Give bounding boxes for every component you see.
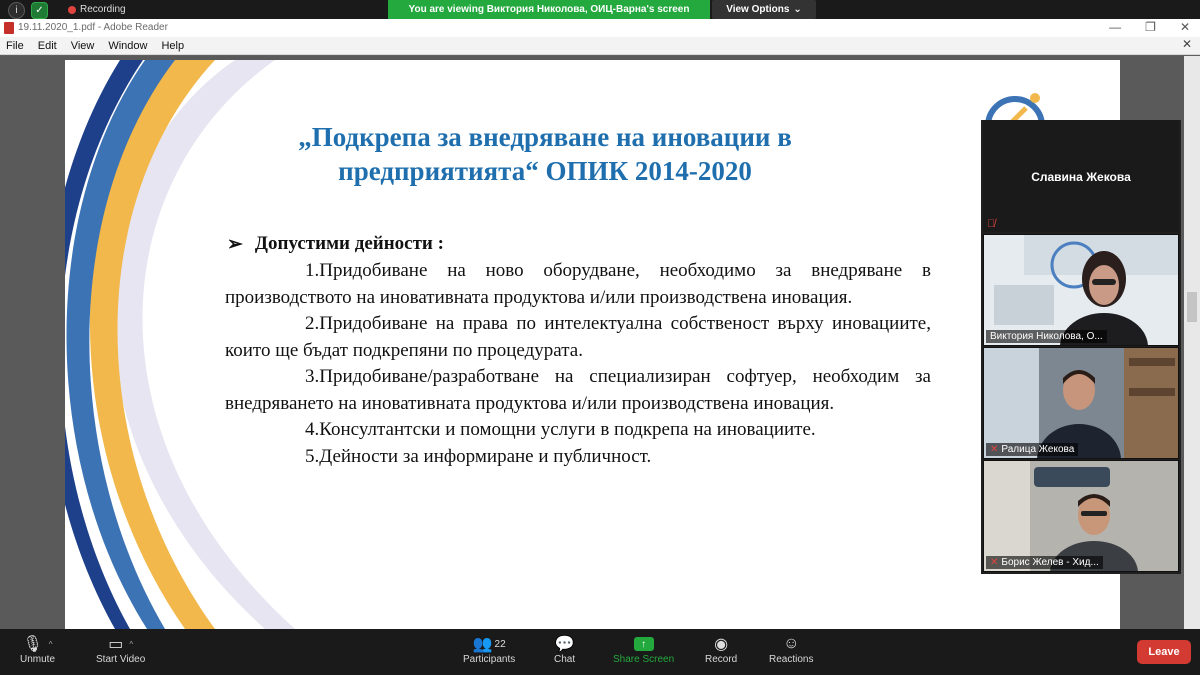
window-title: 19.11.2020_1.pdf - Adobe Reader: [18, 22, 168, 33]
video-tile-viktoria[interactable]: Виктория Николова, О...: [983, 234, 1179, 346]
participant-video-panel: Славина Жекова 🎙̸ Виктория Николова, О..…: [981, 120, 1181, 574]
arrow-bullet-icon: ➢: [227, 234, 243, 255]
slide-title-line-1: „Подкрепа за внедряване на иновации в: [298, 122, 792, 152]
participant-name: Борис Желев - Хид...: [1001, 557, 1099, 568]
menu-file[interactable]: File: [6, 40, 24, 52]
participants-button[interactable]: 👥 22 Participants: [463, 634, 515, 665]
participant-label: ✕ Борис Желев - Хид...: [986, 556, 1103, 569]
record-label: Record: [705, 654, 738, 665]
menu-window[interactable]: Window: [108, 40, 147, 52]
scrollbar-thumb[interactable]: [1187, 292, 1197, 322]
menu-bar: File Edit View Window Help: [0, 37, 1200, 55]
recording-label: Recording: [80, 4, 126, 15]
list-item: 4.Консултантски и помощни услуги в подкр…: [305, 419, 816, 440]
view-options-button[interactable]: View Options ⌄: [712, 0, 816, 19]
shield-icon[interactable]: ✓: [31, 2, 48, 19]
section-heading-text: Допустими дейности :: [254, 233, 444, 254]
share-screen-button[interactable]: ↑ Share Screen: [613, 634, 674, 665]
minimize-icon[interactable]: —: [1109, 20, 1121, 34]
participants-label: Participants: [463, 654, 516, 665]
menu-view[interactable]: View: [71, 40, 95, 52]
chevron-down-icon: ⌄: [793, 4, 802, 15]
start-video-label: Start Video: [96, 654, 146, 665]
window-controls: — ❐ ✕: [1109, 20, 1190, 34]
activities-list: 1.Придобиване на ново оборудване, необхо…: [225, 258, 931, 470]
list-item: 1.Придобиване на ново оборудване, необхо…: [225, 260, 931, 308]
leave-button[interactable]: Leave: [1137, 640, 1191, 664]
slide-title: „Подкрепа за внедряване на иновации в пр…: [225, 120, 865, 188]
meeting-toolbar: 🎙 ^ Unmute ▭ ^ Start Video 👥 22 Participant…: [0, 629, 1200, 675]
emoji-icon: ☺: [783, 635, 800, 652]
reactions-button[interactable]: ☺ Reactions: [769, 634, 813, 665]
mic-muted-icon: 🎙: [22, 636, 43, 653]
zoom-meeting-window: i ✓ Recording You are viewing Виктория Н…: [0, 0, 1200, 675]
participant-name: Славина Жекова: [1031, 170, 1131, 184]
slide-page: „Подкрепа за внедряване на иновации в пр…: [65, 60, 1120, 629]
share-screen-label: Share Screen: [613, 654, 675, 665]
video-off-icon: ▭: [108, 636, 124, 653]
window-title-bar: 19.11.2020_1.pdf - Adobe Reader — ❐ ✕: [0, 19, 1200, 37]
mic-muted-icon: ✕: [990, 444, 999, 455]
mic-muted-icon: 🎙̸: [987, 218, 996, 230]
system-icons: i ✓: [8, 2, 48, 19]
list-item: 5.Дейности за информиране и публичност.: [305, 445, 652, 467]
section-heading: ➢ Допустими дейности :: [227, 233, 444, 256]
record-icon: ◉: [714, 636, 729, 653]
participant-label: Виктория Николова, О...: [986, 330, 1107, 343]
share-screen-icon: ↑: [633, 637, 654, 651]
list-item: 2.Придобиване на права по интелектуална …: [225, 313, 931, 361]
start-video-button[interactable]: ▭ ^ Start Video: [96, 634, 145, 665]
slide-title-line-2: предприятията“ ОПИК 2014-2020: [338, 156, 752, 186]
list-item: 3.Придобиване/разработване на специализи…: [225, 366, 931, 414]
menu-help[interactable]: Help: [161, 40, 184, 52]
view-options-label: View Options: [726, 4, 790, 15]
participant-name: Ралица Жекова: [1001, 444, 1075, 455]
video-tile-slavina[interactable]: Славина Жекова 🎙̸: [983, 120, 1179, 232]
reactions-label: Reactions: [769, 654, 814, 665]
chat-label: Chat: [554, 654, 576, 665]
close-icon[interactable]: ✕: [1180, 20, 1190, 34]
participants-count: 22: [494, 638, 506, 650]
chat-button[interactable]: 💬 Chat: [554, 634, 575, 665]
unmute-label: Unmute: [20, 654, 56, 665]
restore-icon[interactable]: ❐: [1145, 20, 1156, 34]
video-tile-boris[interactable]: ✕ Борис Желев - Хид...: [983, 460, 1179, 572]
video-tile-ralica[interactable]: ✕ Ралица Жекова: [983, 347, 1179, 459]
chevron-up-icon[interactable]: ^: [129, 640, 133, 649]
participant-name: Виктория Николова, О...: [990, 331, 1103, 342]
record-dot-icon: [68, 5, 76, 14]
top-strip: i ✓ Recording You are viewing Виктория Н…: [0, 0, 1200, 20]
recording-indicator: Recording: [68, 4, 126, 15]
viewing-banner: You are viewing Виктория Николова, ОИЦ-В…: [388, 0, 710, 19]
menu-edit[interactable]: Edit: [38, 40, 57, 52]
pdf-icon: [4, 22, 14, 34]
participants-icon: 👥: [472, 636, 493, 653]
chat-icon: 💬: [554, 636, 575, 653]
mic-muted-icon: ✕: [990, 557, 999, 568]
info-icon[interactable]: i: [8, 2, 25, 19]
record-button[interactable]: ◉ Record: [705, 634, 737, 665]
vertical-scrollbar[interactable]: [1184, 56, 1200, 629]
unmute-button[interactable]: 🎙 ^ Unmute: [20, 634, 55, 665]
close-document-icon[interactable]: ✕: [1182, 37, 1192, 51]
chevron-up-icon[interactable]: ^: [49, 640, 53, 649]
participant-label: ✕ Ралица Жекова: [986, 443, 1079, 456]
